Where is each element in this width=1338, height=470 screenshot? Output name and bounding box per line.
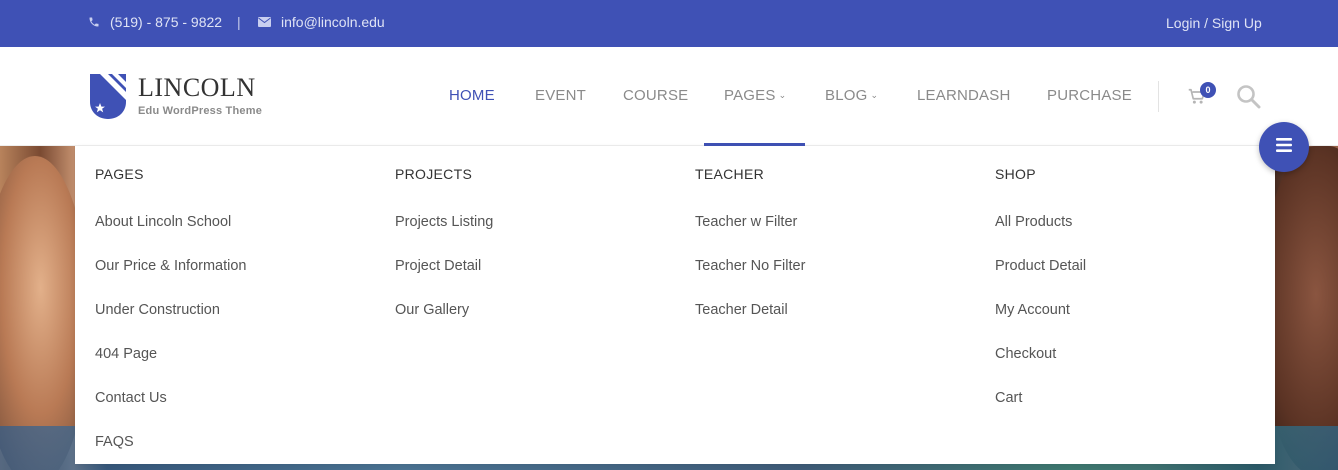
menu-link[interactable]: Checkout [995,346,1056,362]
nav-item-learndash[interactable]: LEARNDASH [917,87,1011,104]
nav-label: COURSE [623,87,689,104]
menu-link[interactable]: 404 Page [95,346,157,362]
menu-link[interactable]: Teacher w Filter [695,214,797,230]
chevron-down-icon: ⌄ [778,90,787,100]
column-title: SHOP [995,166,1036,182]
mail-icon [258,17,271,27]
nav-label: PAGES [724,87,776,104]
menu-link[interactable]: Contact Us [95,390,167,406]
login-signup-link[interactable]: Login / Sign Up [1166,15,1262,31]
menu-link[interactable]: Projects Listing [395,214,493,230]
pages-mega-menu: PAGES About Lincoln School Our Price & I… [75,146,1275,464]
topbar-separator: | [237,14,241,30]
logo-title: LINCOLN [138,73,256,102]
menu-link[interactable]: Our Price & Information [95,258,247,274]
main-header: LINCOLN Edu WordPress Theme HOME EVENT C… [0,47,1338,146]
nav-label: LEARNDASH [917,87,1011,104]
chevron-down-icon: ⌄ [870,90,879,100]
nav-label: PURCHASE [1047,87,1132,104]
nav-label: EVENT [535,87,587,104]
menu-link[interactable]: Project Detail [395,258,481,274]
side-menu-button[interactable] [1259,122,1309,172]
logo-subtitle: Edu WordPress Theme [138,105,263,117]
cart-count-badge: 0 [1200,82,1216,98]
column-title: TEACHER [695,166,764,182]
phone-contact[interactable]: (519) - 875 - 9822 [88,14,222,30]
top-bar: (519) - 875 - 9822 | info@lincoln.edu Lo… [0,0,1338,47]
hamburger-icon [1276,137,1292,157]
menu-link[interactable]: Teacher Detail [695,302,788,318]
menu-link[interactable]: Product Detail [995,258,1086,274]
nav-item-pages[interactable]: PAGES ⌄ [724,87,786,104]
search-icon[interactable] [1236,84,1261,114]
nav-label: BLOG [825,87,868,104]
nav-divider [1158,81,1159,112]
nav-item-event[interactable]: EVENT [535,87,586,104]
nav-item-course[interactable]: COURSE [623,87,688,104]
nav-item-purchase[interactable]: PURCHASE [1047,87,1132,104]
menu-link[interactable]: All Products [995,214,1072,230]
nav-item-blog[interactable]: BLOG ⌄ [825,87,878,104]
nav-label: HOME [449,87,495,104]
menu-link[interactable]: About Lincoln School [95,214,231,230]
email-contact[interactable]: info@lincoln.edu [258,14,385,30]
menu-link[interactable]: Teacher No Filter [695,258,805,274]
phone-icon [88,16,100,28]
menu-link[interactable]: Our Gallery [395,302,469,318]
column-title: PROJECTS [395,166,473,182]
nav-item-home[interactable]: HOME [449,87,495,104]
site-logo[interactable]: LINCOLN Edu WordPress Theme [90,74,262,125]
shield-logo-icon [90,74,126,125]
email-address: info@lincoln.edu [281,14,385,30]
menu-link[interactable]: Under Construction [95,302,220,318]
menu-link[interactable]: Cart [995,390,1022,406]
menu-link[interactable]: My Account [995,302,1070,318]
menu-link[interactable]: FAQS [95,434,134,450]
phone-number: (519) - 875 - 9822 [110,14,223,30]
column-title: PAGES [95,166,144,182]
